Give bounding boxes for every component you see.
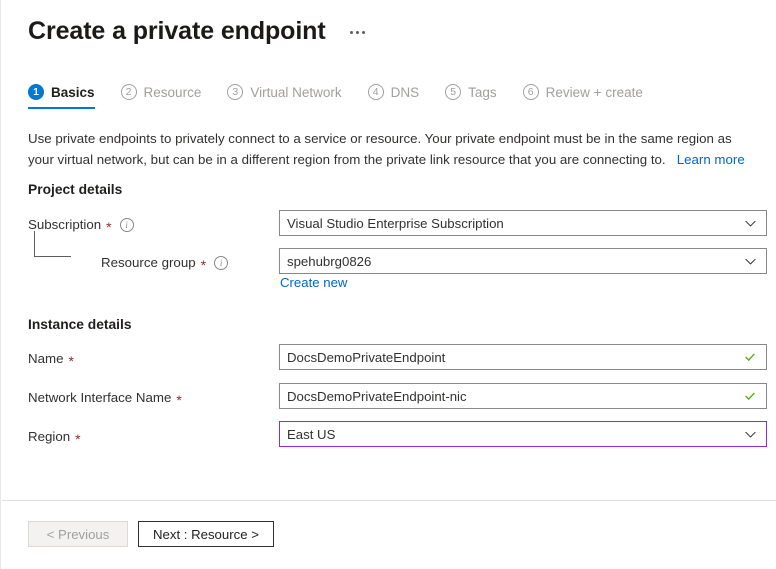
resource-group-dropdown[interactable]: spehubrg0826 — [279, 248, 767, 274]
subscription-info-icon[interactable]: i — [120, 218, 134, 232]
subscription-dropdown[interactable]: Visual Studio Enterprise Subscription — [279, 210, 767, 236]
name-required-asterisk: * — [68, 354, 73, 368]
network-interface-name-label: Network Interface Name * — [28, 387, 182, 409]
resource-group-required-asterisk: * — [201, 258, 206, 272]
network-interface-name-value: DocsDemoPrivateEndpoint-nic — [287, 389, 743, 404]
resource-group-label: Resource group * i — [101, 252, 228, 274]
chevron-down-icon — [744, 217, 757, 230]
region-dropdown[interactable]: East US — [279, 421, 767, 447]
tab-tags-number: 5 — [445, 84, 461, 100]
tab-resource-label: Resource — [144, 85, 202, 100]
resource-group-label-text: Resource group — [101, 252, 196, 274]
blade-header: Create a private endpoint — [1, 0, 776, 62]
name-label: Name * — [28, 348, 74, 370]
resource-group-info-icon[interactable]: i — [214, 256, 228, 270]
tab-basics-number: 1 — [28, 84, 44, 100]
wizard-footer: < Previous Next : Resource > — [28, 521, 274, 547]
subscription-required-asterisk: * — [106, 220, 111, 234]
name-label-text: Name — [28, 348, 63, 370]
tab-virtual-network[interactable]: 3 Virtual Network — [227, 84, 355, 109]
region-required-asterisk: * — [75, 432, 80, 446]
create-new-resource-group-link[interactable]: Create new — [280, 275, 347, 290]
tab-dns-number: 4 — [368, 84, 384, 100]
tab-resource-number: 2 — [121, 84, 137, 100]
name-input[interactable]: DocsDemoPrivateEndpoint — [279, 344, 767, 370]
resource-group-value: spehubrg0826 — [287, 254, 744, 269]
description-text: Use private endpoints to privately conne… — [28, 131, 732, 167]
tab-review-create-label: Review + create — [546, 85, 643, 100]
region-label-text: Region — [28, 426, 70, 448]
ellipsis-menu-icon[interactable] — [348, 27, 367, 38]
footer-divider — [2, 500, 776, 501]
network-interface-name-input[interactable]: DocsDemoPrivateEndpoint-nic — [279, 383, 767, 409]
wizard-tabs: 1 Basics 2 Resource 3 Virtual Network 4 … — [28, 84, 669, 109]
tab-virtual-network-label: Virtual Network — [250, 85, 341, 100]
valid-check-icon — [743, 350, 757, 364]
tab-dns-label: DNS — [391, 85, 420, 100]
network-interface-name-label-text: Network Interface Name — [28, 387, 171, 409]
blade-description: Use private endpoints to privately conne… — [28, 128, 750, 170]
chevron-down-icon — [744, 255, 757, 268]
next-resource-button[interactable]: Next : Resource > — [138, 521, 274, 547]
section-title-instance-details: Instance details — [28, 317, 132, 332]
tab-basics[interactable]: 1 Basics — [28, 84, 109, 109]
tab-review-create[interactable]: 6 Review + create — [523, 84, 657, 109]
tab-resource[interactable]: 2 Resource — [121, 84, 216, 109]
tab-dns[interactable]: 4 DNS — [368, 84, 434, 109]
tab-basics-label: Basics — [51, 85, 95, 100]
page-title: Create a private endpoint — [28, 19, 326, 44]
learn-more-link[interactable]: Learn more — [677, 152, 745, 167]
tab-tags-label: Tags — [468, 85, 497, 100]
section-title-project-details: Project details — [28, 182, 122, 197]
name-value: DocsDemoPrivateEndpoint — [287, 350, 743, 365]
tab-tags[interactable]: 5 Tags — [445, 84, 511, 109]
region-value: East US — [287, 427, 744, 442]
tab-review-create-number: 6 — [523, 84, 539, 100]
chevron-down-icon — [744, 428, 757, 441]
subscription-value: Visual Studio Enterprise Subscription — [287, 216, 744, 231]
network-interface-name-required-asterisk: * — [176, 393, 181, 407]
previous-button[interactable]: < Previous — [28, 521, 128, 547]
tab-virtual-network-number: 3 — [227, 84, 243, 100]
valid-check-icon — [743, 389, 757, 403]
create-private-endpoint-blade: Create a private endpoint 1 Basics 2 Res… — [0, 0, 776, 569]
region-label: Region * — [28, 426, 81, 448]
